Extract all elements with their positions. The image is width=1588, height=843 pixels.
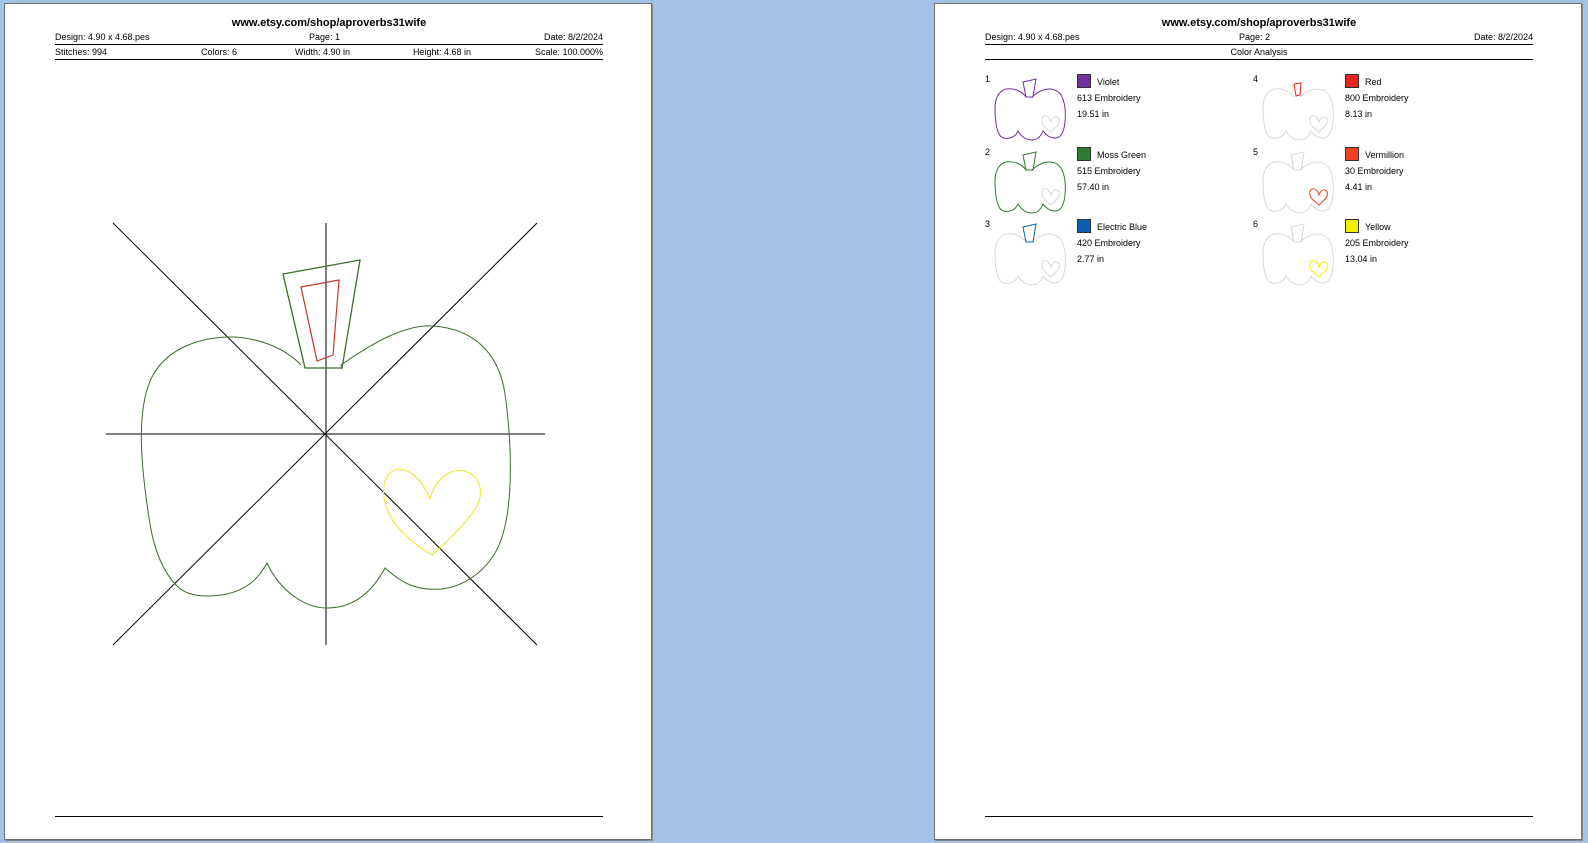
color-index: 6	[1253, 219, 1259, 229]
color-thumbnail	[1262, 82, 1334, 141]
section-title-row: Color Analysis	[985, 47, 1533, 59]
color-entry: 2 Moss Green 515 Embroidery 57.40 in	[985, 147, 1235, 217]
color-thumbnail	[994, 78, 1066, 141]
thumbnail-stem	[1290, 223, 1305, 243]
color-swatch	[1345, 147, 1359, 161]
thread-length: 13.04 in	[1345, 254, 1378, 264]
section-title: Color Analysis	[1230, 47, 1288, 57]
color-entry: 5 Vermillion 30 Embroidery 4.41 in	[1253, 147, 1503, 217]
hoop-guide-lines	[106, 222, 545, 646]
thumbnail-heart	[1309, 260, 1328, 278]
thread-length: 19.51 in	[1077, 109, 1110, 119]
color-entry: 4 Red 800 Embroidery 8.13 in	[1253, 74, 1503, 144]
color-thumbnail	[994, 151, 1066, 214]
design-name: Design: 4.90 x 4.68.pes	[985, 32, 1080, 42]
color-entry: 6 Yellow 205 Embroidery 13.04 in	[1253, 219, 1503, 289]
color-index: 3	[985, 219, 991, 229]
color-swatch	[1345, 219, 1359, 233]
header-divider	[985, 44, 1533, 45]
color-name: Vermillion	[1365, 150, 1405, 160]
thread-code: 30 Embroidery	[1345, 166, 1404, 176]
site-title: www.etsy.com/shop/aproverbs31wife	[1161, 17, 1357, 29]
color-index: 2	[985, 147, 991, 157]
color-thumbnail	[1262, 223, 1334, 286]
thread-code: 515 Embroidery	[1077, 166, 1141, 176]
thumbnail-stem	[1022, 223, 1037, 243]
footer-divider	[985, 816, 1533, 817]
color-swatch	[1077, 147, 1091, 161]
header-divider	[985, 59, 1533, 60]
color-name: Electric Blue	[1097, 222, 1148, 232]
thumbnail-stem	[1022, 78, 1037, 98]
print-preview-page-2: www.etsy.com/shop/aproverbs31wife Design…	[934, 3, 1582, 840]
stem-inner-outline	[300, 279, 340, 362]
thumbnail-heart	[1041, 260, 1060, 278]
color-index: 4	[1253, 74, 1259, 84]
thumbnail-stem	[1022, 151, 1037, 171]
header-row-1: Design: 4.90 x 4.68.pes Page: 2 Date: 8/…	[985, 32, 1533, 44]
thumbnail-heart	[1041, 115, 1060, 133]
color-swatch	[1077, 74, 1091, 88]
thumbnail-apple	[994, 88, 1066, 141]
print-date: Date: 8/2/2024	[1473, 32, 1533, 42]
heart-outline	[383, 468, 481, 556]
thumbnail-heart	[1309, 188, 1328, 206]
color-name: Yellow	[1365, 222, 1391, 232]
color-index: 1	[985, 74, 991, 84]
color-thumbnail	[1262, 151, 1334, 214]
color-name: Violet	[1097, 77, 1120, 87]
thread-length: 2.77 in	[1077, 254, 1105, 264]
color-thumbnail	[994, 223, 1066, 286]
color-index: 5	[1253, 147, 1259, 157]
embroidery-design-preview	[106, 222, 545, 646]
page-number: Page: 2	[1239, 32, 1271, 42]
thumbnail-stem	[1290, 151, 1305, 171]
thread-code: 613 Embroidery	[1077, 93, 1141, 103]
thread-length: 57.40 in	[1077, 182, 1110, 192]
thread-code: 420 Embroidery	[1077, 238, 1141, 248]
thumbnail-apple	[1262, 88, 1334, 141]
thumbnail-apple	[994, 161, 1066, 214]
thread-length: 8.13 in	[1345, 109, 1373, 119]
color-entry: 3 Electric Blue 420 Embroidery 2.77 in	[985, 219, 1235, 289]
color-entry: 1 Violet 613 Embroidery 19.51 in	[985, 74, 1235, 144]
footer-divider	[55, 816, 603, 817]
color-swatch	[1077, 219, 1091, 233]
thumbnail-heart	[1041, 188, 1060, 206]
color-name: Moss Green	[1097, 150, 1147, 160]
thread-code: 800 Embroidery	[1345, 93, 1409, 103]
stem-outer-outline	[282, 259, 361, 369]
thumbnail-apple	[1262, 161, 1334, 214]
thumbnail-stem	[1293, 82, 1302, 97]
thread-code: 205 Embroidery	[1345, 238, 1409, 248]
thumbnail-apple	[1262, 233, 1334, 286]
color-name: Red	[1365, 77, 1382, 87]
thumbnail-heart	[1309, 115, 1328, 133]
thumbnail-apple	[994, 233, 1066, 286]
print-preview-page-1: www.etsy.com/shop/aproverbs31wife Design…	[4, 3, 652, 840]
color-swatch	[1345, 74, 1359, 88]
thread-length: 4.41 in	[1345, 182, 1373, 192]
